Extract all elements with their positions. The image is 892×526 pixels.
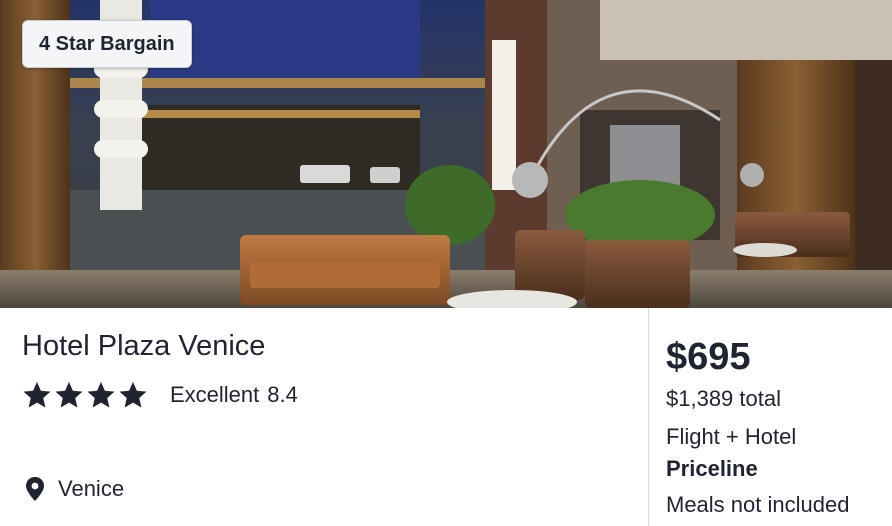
star-rating: [22, 380, 148, 410]
deal-badge: 4 Star Bargain: [22, 20, 192, 68]
star-icon: [87, 381, 115, 408]
rating-score: 8.4: [267, 382, 298, 407]
rating-row: Excellent 8.4: [22, 380, 298, 410]
total-price: $1,389 total: [666, 386, 781, 411]
nightly-price: $695: [666, 336, 751, 378]
star-icon: [119, 381, 147, 408]
hotel-result-card[interactable]: 4 Star Bargain Hotel Plaza Venice Excell…: [0, 0, 892, 526]
location-row: Venice: [24, 476, 124, 502]
hotel-name[interactable]: Hotel Plaza Venice: [22, 330, 265, 363]
hotel-photo[interactable]: 4 Star Bargain: [0, 0, 892, 308]
star-icon: [23, 381, 51, 408]
provider-name[interactable]: Priceline: [666, 456, 758, 482]
price-panel: $695 $1,389 total Flight + Hotel Priceli…: [648, 308, 892, 526]
package-type: Flight + Hotel: [666, 424, 797, 449]
rating-label: Excellent: [170, 382, 260, 407]
star-icon: [55, 381, 83, 408]
map-pin-icon: [26, 477, 44, 501]
location-text: Venice: [58, 476, 125, 501]
meals-info: Meals not included: [666, 492, 850, 517]
hotel-info: Hotel Plaza Venice Excellent 8.4 Venice: [0, 308, 648, 526]
